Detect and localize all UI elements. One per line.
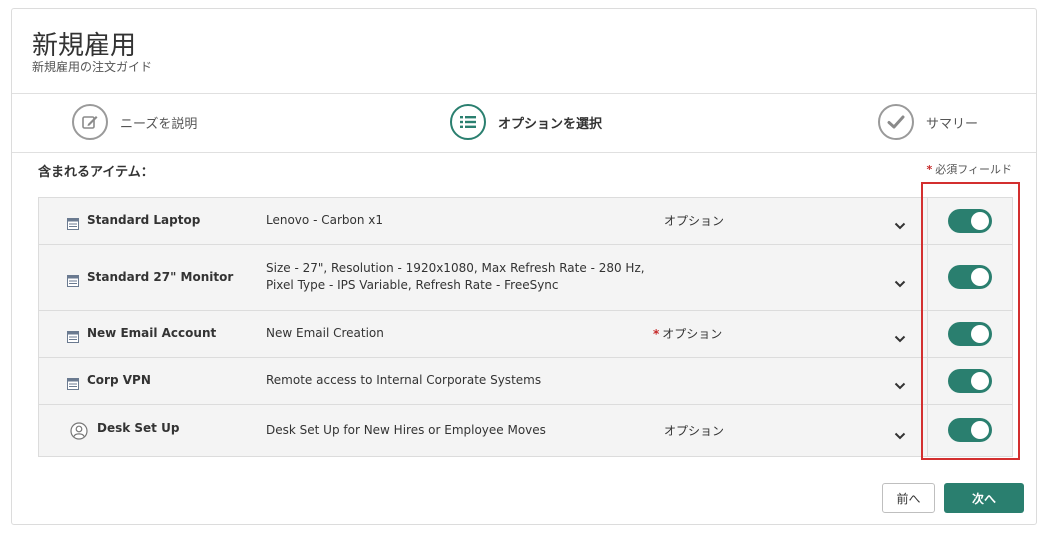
item-toggle[interactable] <box>948 322 992 346</box>
item-name: Corp VPN <box>87 373 151 387</box>
chevron-down-icon[interactable] <box>894 375 906 394</box>
item-description: New Email Creation <box>266 326 384 340</box>
chevron-down-icon[interactable] <box>894 425 906 444</box>
step-describe-needs[interactable]: ニーズを説明 <box>72 102 197 142</box>
chevron-down-icon[interactable] <box>894 273 906 292</box>
step-summary[interactable]: サマリー <box>878 102 978 142</box>
table-row: Standard Laptop Lenovo - Carbon x1 オプション <box>39 198 1012 245</box>
item-toggle[interactable] <box>948 369 992 393</box>
next-button[interactable]: 次へ <box>944 483 1024 513</box>
item-toggle[interactable] <box>948 265 992 289</box>
wizard-steps: ニーズを説明 オプションを選択 サマリー <box>12 93 1036 153</box>
required-note-text: 必須フィールド <box>935 163 1012 176</box>
edit-icon <box>72 104 108 140</box>
step-label: オプションを選択 <box>498 116 603 132</box>
page-subtitle: 新規雇用の注文ガイド <box>32 60 153 74</box>
item-description: Remote access to Internal Corporate Syst… <box>266 373 542 387</box>
item-option-label: オプション <box>664 214 725 228</box>
included-items-heading: 含まれるアイテム： <box>38 165 154 180</box>
toggle-cell <box>927 198 1012 244</box>
item-name: Standard Laptop <box>87 213 201 227</box>
item-description: Size - 27", Resolution - 1920x1080, Max … <box>266 261 645 292</box>
required-star: * <box>653 327 660 341</box>
item-name: Standard 27" Monitor <box>87 270 234 284</box>
item-toggle[interactable] <box>948 418 992 442</box>
required-fields-note: * 必須フィールド <box>926 161 1012 177</box>
toggle-cell <box>927 358 1012 404</box>
toggle-knob <box>971 212 989 230</box>
table-row: New Email Account New Email Creation * オプ… <box>39 311 1012 358</box>
step-label: サマリー <box>926 116 979 132</box>
table-row: Desk Set Up Desk Set Up for New Hires or… <box>39 405 1012 456</box>
item-toggle[interactable] <box>948 209 992 233</box>
check-icon <box>878 104 914 140</box>
chevron-down-icon[interactable] <box>894 328 906 347</box>
item-name: Desk Set Up <box>97 421 180 435</box>
chevron-down-icon[interactable] <box>894 215 906 234</box>
page-title: 新規雇用 <box>32 31 137 61</box>
step-select-options[interactable]: オプションを選択 <box>450 102 602 142</box>
toggle-cell <box>927 311 1012 357</box>
table-row: Corp VPN Remote access to Internal Corpo… <box>39 358 1012 405</box>
toggle-cell <box>927 405 1012 456</box>
item-description: Lenovo - Carbon x1 <box>266 213 383 227</box>
order-guide-card: 新規雇用 新規雇用の注文ガイド ニーズを説明 オプションを選択 サマリー 含まれ… <box>11 8 1037 525</box>
item-option-label: * オプション <box>653 327 723 341</box>
toggle-knob <box>971 421 989 439</box>
items-table: Standard Laptop Lenovo - Carbon x1 オプション… <box>38 197 1013 457</box>
toggle-knob <box>971 372 989 390</box>
table-row: Standard 27" Monitor Size - 27", Resolut… <box>39 245 1012 311</box>
catalog-icon <box>67 375 79 394</box>
catalog-icon <box>67 215 79 234</box>
toggle-cell <box>927 245 1012 310</box>
prev-button[interactable]: 前へ <box>882 483 935 513</box>
item-option-label: オプション <box>664 424 725 438</box>
step-label: ニーズを説明 <box>120 116 198 132</box>
item-description: Desk Set Up for New Hires or Employee Mo… <box>266 423 546 437</box>
toggle-knob <box>971 268 989 286</box>
catalog-icon <box>67 272 79 291</box>
toggle-knob <box>971 325 989 343</box>
catalog-icon <box>67 328 79 347</box>
required-star: * <box>926 163 933 176</box>
list-icon <box>450 104 486 140</box>
item-name: New Email Account <box>87 326 217 340</box>
user-icon <box>70 422 88 444</box>
